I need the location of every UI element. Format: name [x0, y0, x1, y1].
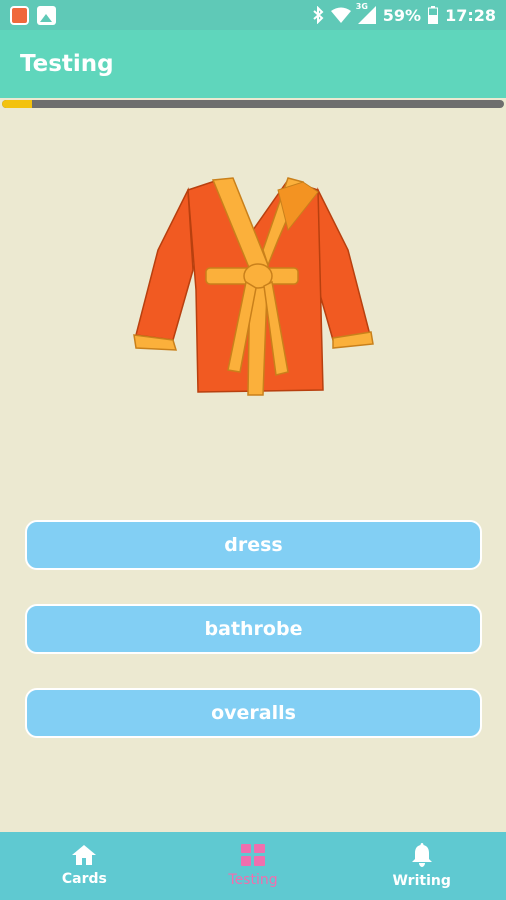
- bluetooth-icon: [313, 6, 324, 24]
- battery-icon: [428, 6, 439, 24]
- bottom-navigation: Cards Testing Writing: [0, 832, 506, 900]
- grid-icon: [241, 844, 265, 866]
- progress-bar: [0, 98, 506, 111]
- status-bar: 3G 59% 17:28: [0, 0, 506, 30]
- wifi-icon: [330, 7, 351, 23]
- nav-item-writing[interactable]: Writing: [337, 832, 506, 900]
- progress-fill: [2, 100, 33, 108]
- nav-label-cards: Cards: [61, 871, 107, 887]
- app-notification-icon: [10, 5, 29, 25]
- nav-label-writing: Writing: [392, 873, 451, 889]
- nav-item-testing[interactable]: Testing: [169, 832, 338, 900]
- gallery-notification-icon: [37, 5, 56, 25]
- clock: 17:28: [445, 5, 496, 25]
- nav-item-cards[interactable]: Cards: [0, 832, 169, 900]
- answer-button-overalls[interactable]: overalls: [25, 688, 482, 738]
- nav-label-testing: Testing: [228, 872, 278, 888]
- app-bar: Testing: [0, 30, 506, 98]
- answer-button-bathrobe[interactable]: bathrobe: [25, 604, 482, 654]
- bathrobe-image: [133, 177, 374, 396]
- answer-options: dress bathrobe overalls: [25, 520, 482, 772]
- page-title: Testing: [20, 51, 114, 77]
- network-type: 3G: [355, 2, 368, 11]
- battery-percent: 59%: [382, 5, 422, 25]
- bell-icon: [411, 843, 432, 867]
- system-indicators: 3G 59% 17:28: [312, 2, 496, 25]
- answer-button-dress[interactable]: dress: [25, 520, 482, 570]
- signal-icon: 3G: [356, 2, 376, 24]
- progress-rail: [2, 100, 504, 108]
- home-icon: [72, 845, 97, 865]
- notification-icons: [10, 5, 56, 25]
